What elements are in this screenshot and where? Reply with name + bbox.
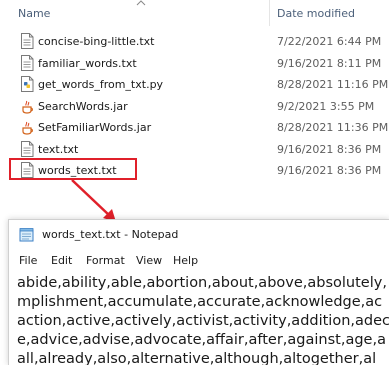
file-name: text.txt: [38, 142, 79, 156]
file-date-modified: 8/28/2021 11:16 PM: [277, 78, 389, 91]
file-date-modified: 7/22/2021 6:44 PM: [277, 35, 382, 48]
text-line: e,advice,advise,advocate,affair,after,ag…: [17, 332, 386, 348]
file-date-modified: 9/16/2021 8:36 PM: [277, 164, 382, 177]
notepad-icon: [19, 228, 34, 242]
menu-help[interactable]: Help: [173, 254, 198, 267]
file-date-modified: 9/2/2021 3:55 PM: [277, 99, 375, 113]
text-line: mplishment,accumulate,accurate,acknowled…: [17, 294, 383, 310]
file-date-modified: 8/28/2021 11:36 PM: [277, 121, 389, 134]
file-date-modified: 9/16/2021 8:36 PM: [277, 142, 382, 156]
text-line: abide,ability,able,abortion,about,above,…: [17, 275, 387, 291]
file-highlight-box: [9, 158, 137, 180]
text-file-icon: [20, 140, 34, 157]
notepad-title-bar[interactable]: words_text.txt - Notepad: [9, 220, 389, 250]
notepad-menu-bar: File Edit Format View Help: [9, 250, 389, 272]
file-row[interactable]: SearchWords.jar 9/2/2021 3:55 PM: [0, 96, 389, 117]
file-name: concise-bing-little.txt: [38, 35, 155, 48]
notepad-title: words_text.txt - Notepad: [42, 228, 179, 241]
notepad-window: words_text.txt - Notepad File Edit Forma…: [8, 219, 389, 365]
menu-view[interactable]: View: [136, 254, 162, 267]
text-line: action,active,actively,activist,activity…: [17, 313, 389, 329]
column-divider[interactable]: [269, 0, 270, 26]
file-name: SetFamiliarWords.jar: [38, 121, 152, 134]
java-jar-icon: [20, 119, 34, 135]
sort-ascending-icon[interactable]: [136, 0, 146, 6]
file-explorer: Name Date modified concise-bing-little.t…: [0, 0, 389, 222]
file-name: familiar_words.txt: [38, 56, 137, 70]
java-jar-icon: [20, 98, 34, 114]
column-header-date-modified[interactable]: Date modified: [277, 7, 355, 20]
menu-file[interactable]: File: [19, 254, 37, 267]
menu-format[interactable]: Format: [86, 254, 125, 267]
file-date-modified: 9/16/2021 8:11 PM: [277, 56, 382, 70]
python-file-icon: [20, 76, 34, 92]
column-header-name[interactable]: Name: [18, 7, 50, 20]
file-row[interactable]: familiar_words.txt 9/16/2021 8:11 PM: [0, 53, 389, 74]
file-row[interactable]: get_words_from_txt.py 8/28/2021 11:16 PM: [0, 74, 389, 95]
notepad-text-area[interactable]: abide,ability,able,abortion,about,above,…: [9, 274, 389, 365]
file-name: SearchWords.jar: [38, 99, 128, 113]
text-line: all,already,also,alternative,although,al…: [17, 351, 377, 365]
text-file-icon: [20, 33, 34, 49]
file-row[interactable]: SetFamiliarWords.jar 8/28/2021 11:36 PM: [0, 117, 389, 138]
text-file-icon: [20, 54, 34, 71]
file-row[interactable]: text.txt 9/16/2021 8:36 PM: [0, 139, 389, 160]
file-row[interactable]: concise-bing-little.txt 7/22/2021 6:44 PM: [0, 31, 389, 52]
menu-edit[interactable]: Edit: [51, 254, 72, 267]
file-name: get_words_from_txt.py: [38, 78, 164, 91]
